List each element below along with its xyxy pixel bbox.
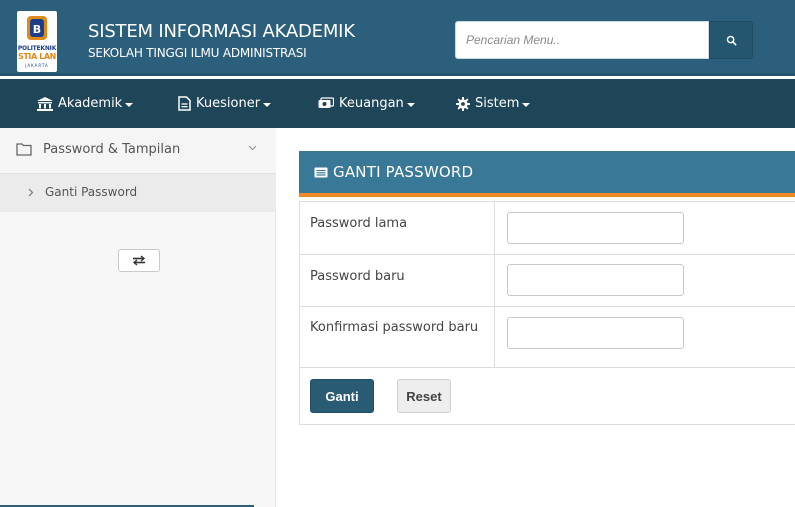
search-button[interactable] [709, 21, 753, 59]
nav-kuesioner-label: Kuesioner [196, 96, 261, 111]
document-icon [178, 96, 191, 111]
form-row-konfirmasi-password: Konfirmasi password baru [299, 307, 795, 368]
menu-search-input[interactable] [455, 21, 709, 59]
logo-text-politeknik: POLITEKNIK [17, 45, 57, 52]
svg-text:B: B [33, 23, 41, 36]
sidebar-item-ganti-password[interactable]: Ganti Password [0, 174, 276, 212]
password-lama-field[interactable] [507, 212, 684, 244]
nav-sistem[interactable]: Sistem [456, 79, 531, 128]
institution-logo[interactable]: B POLITEKNIK STIA LAN JAKARTA [17, 11, 57, 72]
konfirmasi-password-field[interactable] [507, 317, 684, 349]
form-actions: Ganti Reset [299, 368, 795, 425]
logo-emblem-icon: B [27, 16, 47, 40]
caret-down-icon [406, 102, 415, 107]
nav-akademik-label: Akademik [58, 96, 123, 111]
panel-title: GANTI PASSWORD [333, 163, 474, 181]
app-subtitle: SEKOLAH TINGGI ILMU ADMINISTRASI [88, 46, 307, 60]
money-icon [318, 97, 334, 110]
sidebar-group-label: Password & Tampilan [43, 142, 181, 157]
main-navbar: Akademik Kuesioner Keuangan Sistem [0, 79, 795, 128]
password-baru-label: Password baru [310, 269, 405, 284]
nav-keuangan-label: Keuangan [339, 96, 404, 111]
university-icon [37, 96, 53, 111]
sidebar: Password & Tampilan Ganti Password [0, 128, 276, 507]
ganti-button[interactable]: Ganti [310, 379, 374, 413]
nav-sistem-label: Sistem [475, 96, 520, 111]
nav-akademik[interactable]: Akademik [37, 79, 134, 128]
logo-text-jakarta: JAKARTA [25, 63, 49, 68]
form-row-password-baru: Password baru [299, 255, 795, 307]
app-title: SISTEM INFORMASI AKADEMIK [88, 21, 355, 42]
caret-down-icon [263, 102, 272, 107]
chevron-right-icon [28, 188, 34, 197]
password-lama-label: Password lama [310, 216, 408, 231]
reset-button[interactable]: Reset [397, 379, 451, 413]
logo-text-stia-lan: STIA LAN [18, 52, 56, 61]
sidebar-item-label: Ganti Password [45, 185, 138, 199]
folder-icon [16, 143, 32, 156]
nav-keuangan[interactable]: Keuangan [318, 79, 415, 128]
panel-header: GANTI PASSWORD [299, 151, 795, 197]
konfirmasi-password-label: Konfirmasi password baru [310, 320, 479, 335]
caret-down-icon [125, 102, 134, 107]
chevron-down-icon [248, 145, 257, 151]
sidebar-group-password-tampilan[interactable]: Password & Tampilan [0, 128, 276, 174]
caret-down-icon [522, 102, 531, 107]
search-icon [726, 35, 736, 45]
gear-icon [456, 96, 470, 111]
sidebar-toggle-button[interactable] [118, 249, 160, 272]
password-baru-field[interactable] [507, 264, 684, 296]
nav-kuesioner[interactable]: Kuesioner [178, 79, 272, 128]
form-row-password-lama: Password lama [299, 201, 795, 255]
top-header: B POLITEKNIK STIA LAN JAKARTA SISTEM INF… [0, 0, 795, 76]
swap-icon [132, 255, 146, 266]
list-icon [314, 167, 328, 178]
